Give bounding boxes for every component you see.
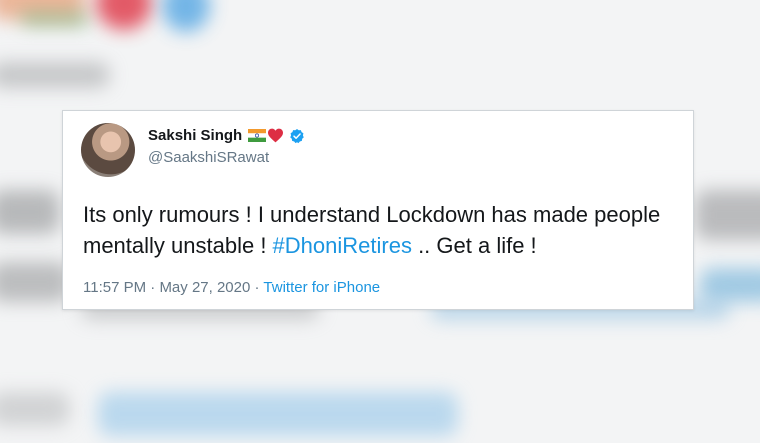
blurred-blob xyxy=(700,268,760,302)
tweet-text: Its only rumours ! I understand Lockdown… xyxy=(83,199,683,261)
author-name-row[interactable]: Sakshi Singh xyxy=(148,127,305,144)
blurred-blob xyxy=(96,0,152,30)
blurred-blob xyxy=(0,262,70,302)
blurred-blob xyxy=(20,12,90,26)
avatar[interactable] xyxy=(81,123,135,177)
blurred-blob xyxy=(0,62,110,88)
blurred-blob xyxy=(162,0,210,32)
tweet-time[interactable]: 11:57 PM xyxy=(83,279,146,296)
tweet-card[interactable]: Sakshi Singh @SaakshiSRawat Its only rum… xyxy=(62,110,694,310)
blurred-blob xyxy=(695,190,760,240)
blurred-blob xyxy=(0,190,60,234)
tweet-date[interactable]: May 27, 2020 xyxy=(159,279,250,296)
meta-separator: · xyxy=(254,279,260,296)
tweet-text-part: .. Get a life ! xyxy=(411,233,537,258)
blurred-blob xyxy=(0,392,70,426)
verified-badge-icon xyxy=(290,128,304,143)
india-flag-icon xyxy=(248,129,267,142)
tweet-source-link[interactable]: Twitter for iPhone xyxy=(263,279,380,296)
blurred-blob xyxy=(98,392,458,436)
red-heart-icon xyxy=(268,128,284,143)
hashtag-link[interactable]: #DhoniRetires xyxy=(273,233,412,258)
display-name[interactable]: Sakshi Singh xyxy=(148,127,242,144)
meta-separator: · xyxy=(150,279,156,296)
tweet-metadata: 11:57 PM · May 27, 2020 · Twitter for iP… xyxy=(83,279,380,296)
user-handle[interactable]: @SaakshiSRawat xyxy=(148,149,269,166)
